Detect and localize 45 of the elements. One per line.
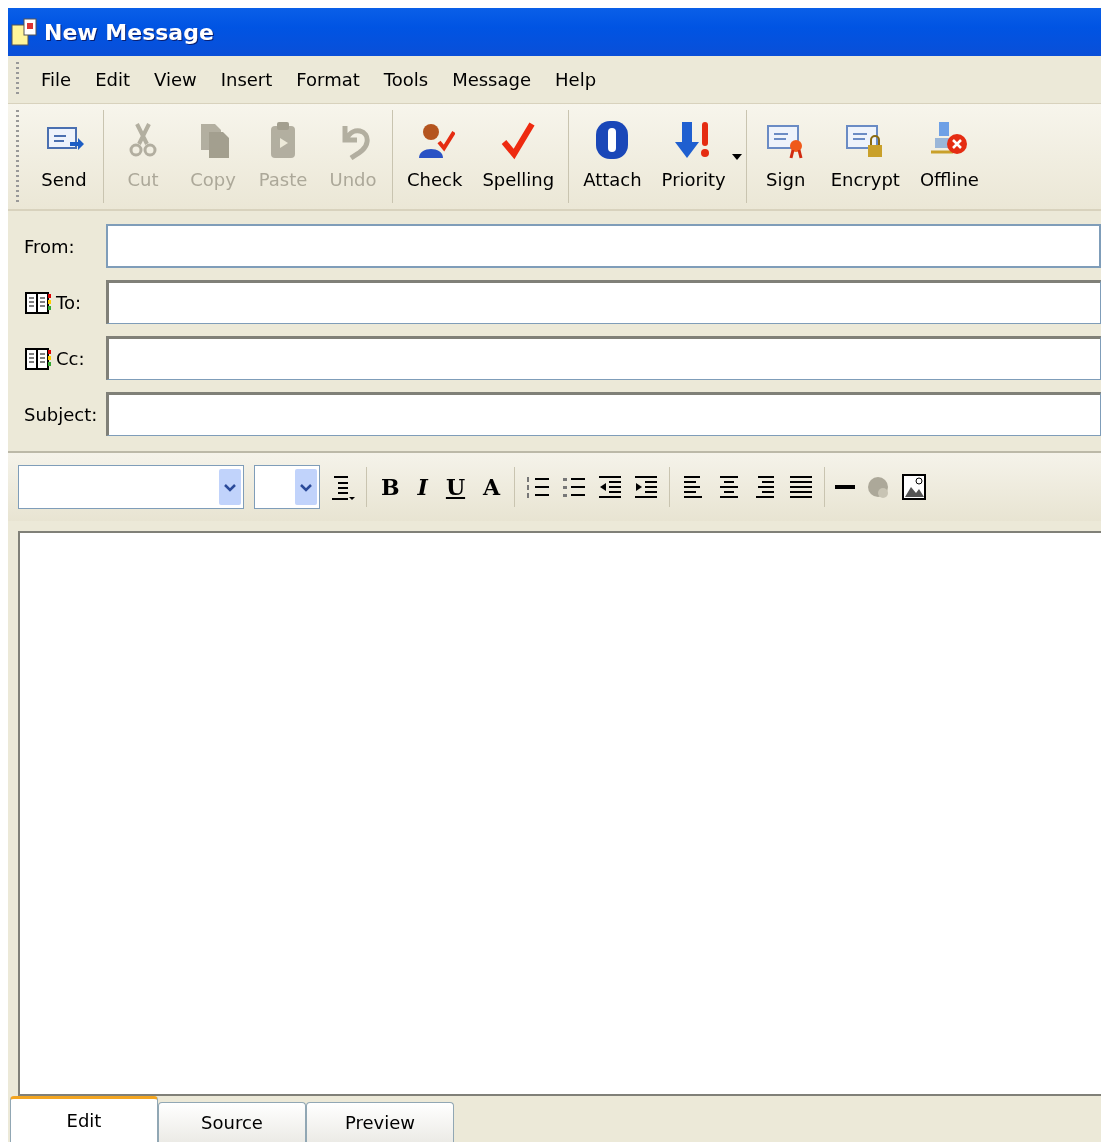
menu-item[interactable]: Help [543, 62, 609, 97]
toolbar-button[interactable]: Send [29, 104, 99, 209]
input-field[interactable] [106, 280, 1101, 324]
italic-button[interactable]: I [413, 470, 432, 504]
field-label: To: [56, 290, 81, 315]
toolbar-button[interactable]: Check [397, 104, 473, 209]
toolbar-button[interactable]: Offline [909, 104, 989, 209]
menu-item[interactable]: Tools [371, 62, 441, 97]
input-field[interactable] [106, 336, 1101, 380]
font-color-button[interactable]: A [479, 470, 505, 504]
toolbar-button[interactable]: Encrypt [820, 104, 910, 209]
window-title: New Message [44, 18, 214, 47]
indent-icon [633, 473, 660, 501]
address-book-icon[interactable] [24, 345, 52, 371]
toolbar-button[interactable]: Spelling [472, 104, 565, 209]
toolbar-button[interactable]: Priority [651, 104, 736, 209]
editor-tab[interactable]: Edit [10, 1096, 158, 1142]
menu-item[interactable]: File [29, 62, 84, 97]
field-label: Cc: [56, 346, 85, 371]
editor-tab[interactable]: Source [158, 1102, 306, 1142]
chevron-down-icon [224, 482, 236, 492]
menu-item[interactable]: View [142, 62, 209, 97]
dropdown-caret-icon [731, 153, 742, 160]
dropdown-field[interactable] [254, 465, 320, 509]
menu-item[interactable]: Insert [208, 62, 285, 97]
justify-icon [788, 473, 815, 501]
editor-tab[interactable]: Preview [306, 1102, 454, 1142]
menu-item[interactable]: Edit [83, 62, 142, 97]
address-book-icon[interactable] [24, 289, 52, 315]
message-icon [10, 17, 38, 47]
dropdown-field[interactable] [18, 465, 244, 509]
menu-item[interactable]: Format [284, 62, 372, 97]
underline-button[interactable]: U [441, 470, 470, 504]
input-field[interactable] [106, 224, 1101, 268]
image-icon [901, 473, 928, 501]
input-field[interactable] [106, 392, 1101, 436]
field-label: From: [24, 234, 75, 259]
toolbar-button[interactable]: Attach [573, 104, 652, 209]
toolbar-button[interactable]: Sign [750, 104, 821, 209]
outdent-icon [597, 473, 624, 501]
field-label: Subject: [24, 402, 98, 427]
menu-item[interactable]: Message [440, 62, 543, 97]
chevron-down-icon [300, 482, 312, 492]
line-spacing-icon [330, 473, 356, 501]
bold-button[interactable]: B [377, 470, 404, 504]
